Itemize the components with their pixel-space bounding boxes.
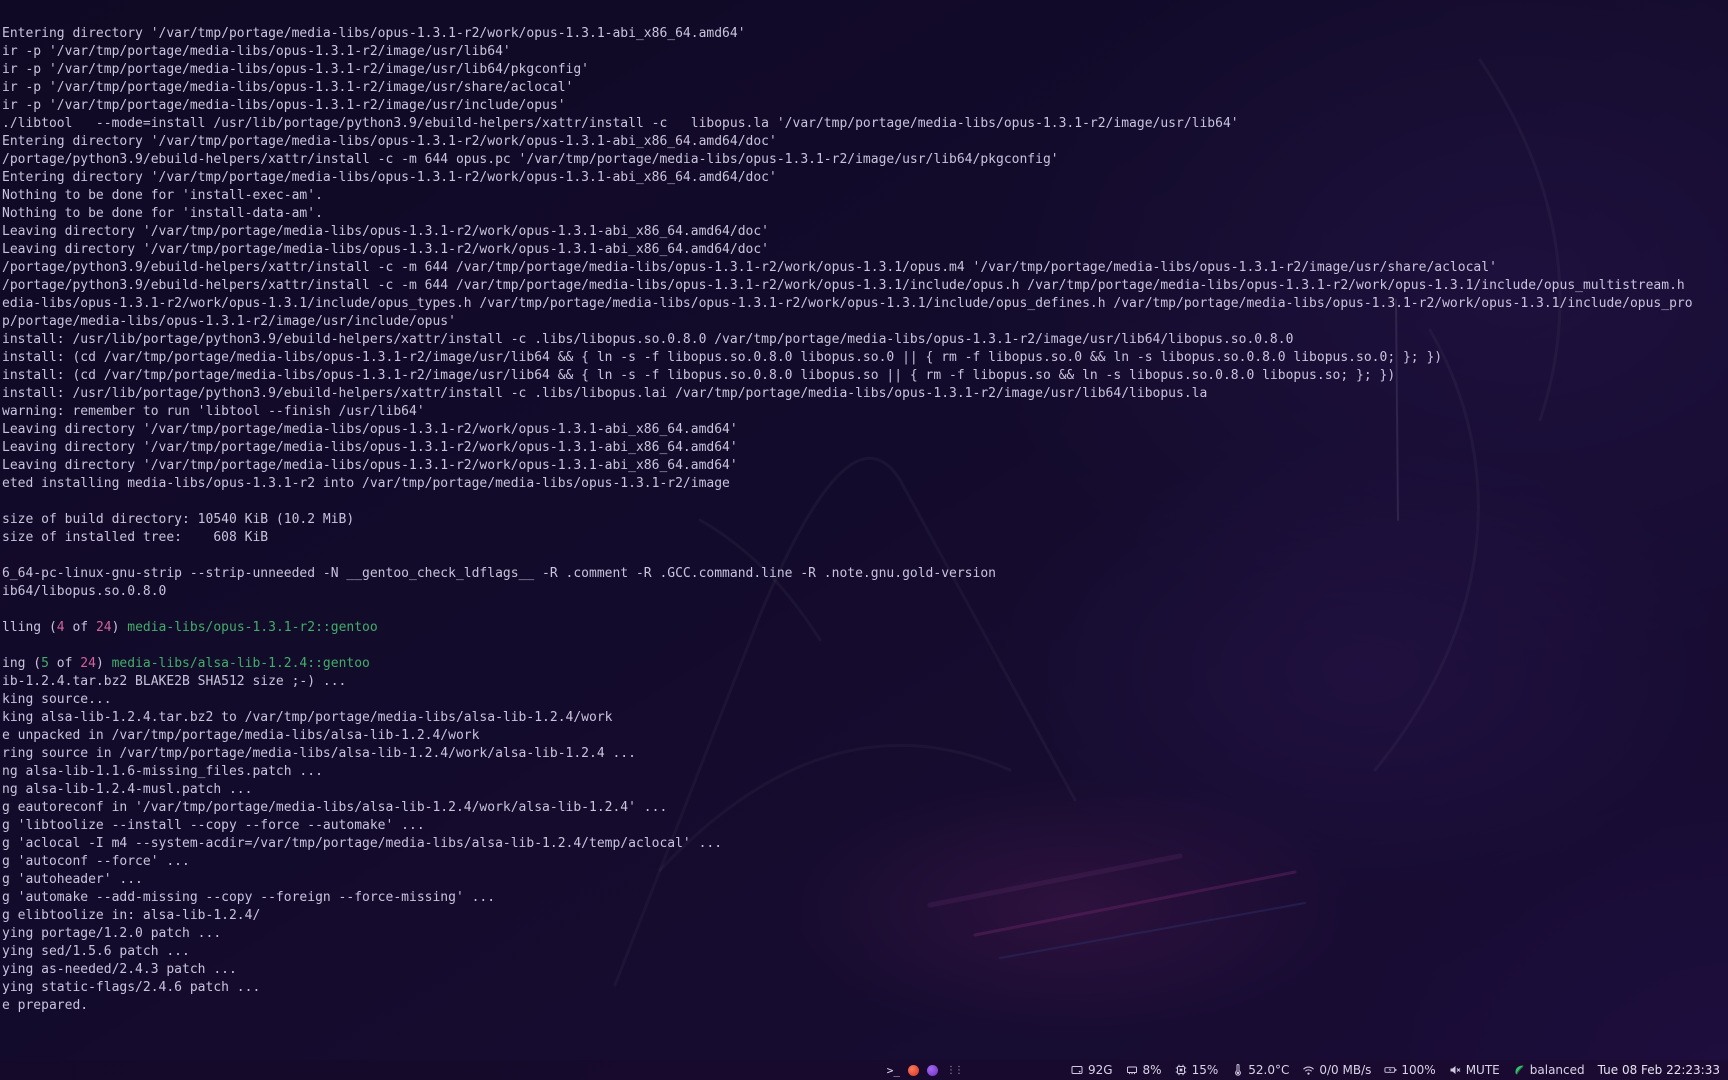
battery-widget[interactable]: 100% [1384, 1063, 1436, 1077]
terminal-line: g 'aclocal -I m4 --system-acdir=/var/tmp… [2, 836, 723, 851]
terminal-line: ing (5 of 24) media-libs/alsa-lib-1.2.4:… [2, 656, 370, 671]
power-profile-label: balanced [1529, 1063, 1585, 1077]
desktop: { "terminal": { "colors": { "fg": "#c9c3… [0, 0, 1728, 1080]
terminal-line: size of installed tree: 608 KiB [2, 530, 269, 545]
terminal-line: Leaving directory '/var/tmp/portage/medi… [2, 458, 738, 473]
terminal-line: ib-1.2.4.tar.bz2 BLAKE2B SHA512 size ;-)… [2, 674, 347, 689]
network-speed-label: 0/0 MB/s [1319, 1063, 1372, 1077]
terminal-line: ying as-needed/2.4.3 patch ... [2, 962, 237, 977]
network-widget[interactable]: 0/0 MB/s [1302, 1063, 1371, 1077]
wifi-icon [1302, 1064, 1315, 1077]
terminal-line: ir -p '/var/tmp/portage/media-libs/opus-… [2, 98, 566, 113]
terminal-line: ying portage/1.2.0 patch ... [2, 926, 222, 941]
cpu-icon [1175, 1064, 1188, 1077]
terminal-line: g 'libtoolize --install --copy --force -… [2, 818, 425, 833]
terminal-line: Entering directory '/var/tmp/portage/med… [2, 134, 777, 149]
terminal-line: king source... [2, 692, 112, 707]
terminal-line: Leaving directory '/var/tmp/portage/medi… [2, 440, 738, 455]
temperature-label: 52.0°C [1248, 1063, 1290, 1077]
battery-charging-icon [1384, 1064, 1397, 1077]
cpu-widget[interactable]: 15% [1175, 1063, 1219, 1077]
terminal-line: g 'autoconf --force' ... [2, 854, 190, 869]
terminal-line: install: /usr/lib/portage/python3.9/ebui… [2, 386, 1208, 401]
memory-label: 8% [1142, 1063, 1162, 1077]
terminal-line: install: /usr/lib/portage/python3.9/ebui… [2, 332, 1294, 347]
disk-usage-widget[interactable]: 92G [1071, 1063, 1113, 1077]
terminal-line: Leaving directory '/var/tmp/portage/medi… [2, 224, 770, 239]
terminal-line: king alsa-lib-1.2.4.tar.bz2 to /var/tmp/… [2, 710, 613, 725]
terminal-line: ng alsa-lib-1.2.4-musl.patch ... [2, 782, 253, 797]
terminal-line: Leaving directory '/var/tmp/portage/medi… [2, 242, 770, 257]
terminal-line: ying static-flags/2.4.6 patch ... [2, 980, 261, 995]
terminal-line: p/portage/media-libs/opus-1.3.1-r2/image… [2, 314, 456, 329]
speaker-mute-icon [1449, 1064, 1462, 1077]
terminal-line: e unpacked in /var/tmp/portage/media-lib… [2, 728, 480, 743]
battery-label: 100% [1401, 1063, 1436, 1077]
terminal-line: edia-libs/opus-1.3.1-r2/work/opus-1.3.1/… [2, 296, 1693, 311]
system-tray: >_ ⋮⋮ [887, 1064, 964, 1077]
terminal-line: Nothing to be done for 'install-data-am'… [2, 206, 323, 221]
terminal-line: /portage/python3.9/ebuild-helpers/xattr/… [2, 260, 1497, 275]
terminal-line: 6_64-pc-linux-gnu-strip --strip-unneeded… [2, 566, 996, 581]
tray-expander-icon[interactable]: ⋮⋮ [946, 1065, 964, 1076]
terminal-line: Entering directory '/var/tmp/portage/med… [2, 170, 777, 185]
temperature-widget[interactable]: 52.0°C [1231, 1063, 1289, 1077]
terminal-line: lling (4 of 24) media-libs/opus-1.3.1-r2… [2, 620, 378, 635]
disk-usage-label: 92G [1087, 1063, 1113, 1077]
terminal-line: size of build directory: 10540 KiB (10.2… [2, 512, 355, 527]
terminal-line: g eautoreconf in '/var/tmp/portage/media… [2, 800, 668, 815]
audio-widget[interactable]: MUTE [1449, 1063, 1500, 1077]
terminal-line: Nothing to be done for 'install-exec-am'… [2, 188, 323, 203]
terminal-line: install: (cd /var/tmp/portage/media-libs… [2, 368, 1396, 383]
red-app-tray-icon[interactable] [907, 1064, 919, 1076]
memory-icon [1126, 1064, 1139, 1077]
terminal-line: e prepared. [2, 998, 89, 1013]
taskbar: >_ ⋮⋮ 92G 8% 15% 52.0°C 0/0 MB/s 100% MU… [0, 1060, 1728, 1080]
terminal-line: ying sed/1.5.6 patch ... [2, 944, 190, 959]
cpu-label: 15% [1191, 1063, 1219, 1077]
terminal-output: Entering directory '/var/tmp/portage/med… [2, 25, 1728, 1015]
terminal-line: ir -p '/var/tmp/portage/media-libs/opus-… [2, 62, 589, 77]
mute-label: MUTE [1465, 1063, 1500, 1077]
terminal-line: Leaving directory '/var/tmp/portage/medi… [2, 422, 738, 437]
leaf-icon [1513, 1064, 1526, 1077]
terminal-line: Entering directory '/var/tmp/portage/med… [2, 26, 746, 41]
terminal-line: g 'autoheader' ... [2, 872, 143, 887]
terminal-line: ir -p '/var/tmp/portage/media-libs/opus-… [2, 44, 511, 59]
clock[interactable]: Tue 08 Feb 22:23:33 [1598, 1063, 1720, 1077]
terminal-line: ./libtool --mode=install /usr/lib/portag… [2, 116, 1239, 131]
terminal-line: ib64/libopus.so.0.8.0 [2, 584, 167, 599]
terminal-window[interactable]: Entering directory '/var/tmp/portage/med… [0, 0, 1728, 1060]
terminal-line: ng alsa-lib-1.1.6-missing_files.patch ..… [2, 764, 323, 779]
terminal-line: ring source in /var/tmp/portage/media-li… [2, 746, 636, 761]
power-profile-widget[interactable]: balanced [1513, 1063, 1585, 1077]
terminal-line: g elibtoolize in: alsa-lib-1.2.4/ [2, 908, 261, 923]
disk-icon [1071, 1064, 1084, 1077]
terminal-line: install: (cd /var/tmp/portage/media-libs… [2, 350, 1443, 365]
terminal-line: g 'automake --add-missing --copy --forei… [2, 890, 496, 905]
memory-widget[interactable]: 8% [1126, 1063, 1162, 1077]
thermometer-icon [1231, 1064, 1244, 1077]
terminal-line: eted installing media-libs/opus-1.3.1-r2… [2, 476, 730, 491]
terminal-line: /portage/python3.9/ebuild-helpers/xattr/… [2, 152, 1059, 167]
terminal-line: ir -p '/var/tmp/portage/media-libs/opus-… [2, 80, 574, 95]
terminal-line: /portage/python3.9/ebuild-helpers/xattr/… [2, 278, 1685, 293]
purple-app-tray-icon[interactable] [926, 1064, 938, 1076]
terminal-line: warning: remember to run 'libtool --fini… [2, 404, 425, 419]
terminal-tray-icon[interactable]: >_ [887, 1064, 900, 1077]
